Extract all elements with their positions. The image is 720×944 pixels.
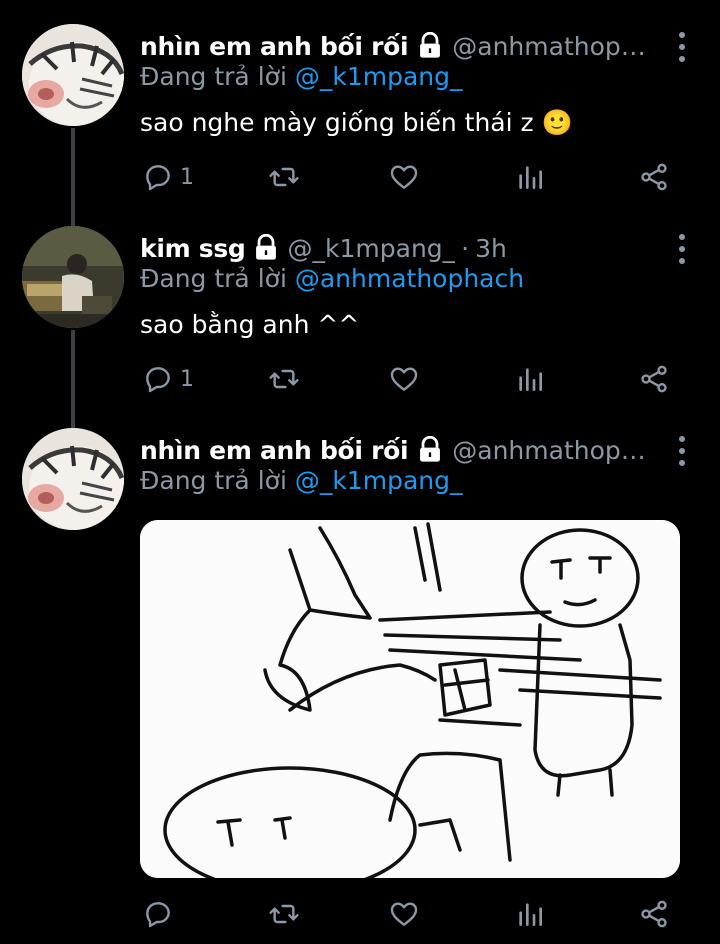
- share-button[interactable]: [638, 157, 670, 197]
- reply-count: 1: [180, 164, 194, 190]
- mention-link[interactable]: @_k1mpang_: [295, 466, 463, 495]
- anime-avatar-image: [22, 226, 124, 328]
- user-handle[interactable]: @anhmathopha...: [452, 32, 660, 61]
- user-handle[interactable]: @_k1mpang_: [288, 234, 456, 263]
- action-bar: 1: [140, 359, 700, 399]
- mention-link[interactable]: @_k1mpang_: [295, 62, 463, 91]
- tiger-avatar-image: [22, 24, 124, 126]
- tweet-header: kim ssg @_k1mpang_ · 3h: [140, 228, 660, 268]
- replying-to: Đang trả lời @_k1mpang_: [140, 62, 462, 91]
- heart-icon: [390, 367, 418, 391]
- action-bar: [140, 894, 700, 934]
- replying-to-label: Đang trả lời: [140, 264, 295, 293]
- reply-button[interactable]: 1: [142, 157, 194, 197]
- views-button[interactable]: [514, 157, 546, 197]
- display-name[interactable]: kim ssg: [140, 234, 246, 263]
- share-button[interactable]: [638, 894, 670, 934]
- tweet[interactable]: nhìn em anh bối rối @anhmathopha... Đang…: [0, 428, 720, 944]
- analytics-icon: [519, 166, 542, 189]
- tweet-header: nhìn em anh bối rối @anhmathopha...: [140, 26, 660, 66]
- display-name[interactable]: nhìn em anh bối rối: [140, 32, 409, 61]
- separator-dot: ·: [461, 233, 470, 263]
- views-button[interactable]: [514, 894, 546, 934]
- share-icon: [641, 900, 667, 928]
- replying-to: Đang trả lời @anhmathophach: [140, 264, 524, 293]
- reply-icon: [146, 367, 170, 393]
- like-button[interactable]: [388, 894, 420, 934]
- share-icon: [641, 163, 667, 191]
- tweet-text: sao bằng anh ^^: [140, 310, 360, 339]
- tiger-avatar-image: [22, 428, 124, 530]
- tweet[interactable]: kim ssg @_k1mpang_ · 3h Đang trả lời @an…: [0, 226, 720, 408]
- analytics-icon: [519, 903, 542, 926]
- share-icon: [641, 365, 667, 393]
- retweet-button[interactable]: [268, 359, 300, 399]
- more-vertical-icon[interactable]: [676, 32, 688, 62]
- more-vertical-icon[interactable]: [676, 234, 688, 264]
- replying-to: Đang trả lời @_k1mpang_: [140, 466, 462, 495]
- like-button[interactable]: [388, 359, 420, 399]
- retweet-icon: [269, 369, 299, 389]
- tweet[interactable]: nhìn em anh bối rối @anhmathopha... Đang…: [0, 24, 720, 206]
- retweet-button[interactable]: [268, 157, 300, 197]
- timestamp[interactable]: 3h: [475, 234, 507, 263]
- reply-count: 1: [180, 366, 194, 392]
- mention-link[interactable]: @anhmathophach: [295, 264, 524, 293]
- lock-icon: [420, 32, 441, 58]
- share-button[interactable]: [638, 359, 670, 399]
- retweet-button[interactable]: [268, 894, 300, 934]
- retweet-icon: [269, 904, 299, 924]
- avatar[interactable]: [22, 24, 124, 126]
- avatar[interactable]: [22, 226, 124, 328]
- tweet-header: nhìn em anh bối rối @anhmathopha...: [140, 430, 660, 470]
- avatar[interactable]: [22, 428, 124, 530]
- user-handle[interactable]: @anhmathopha...: [452, 436, 660, 465]
- sketch-drawing: [140, 520, 680, 878]
- replying-to-label: Đang trả lời: [140, 62, 295, 91]
- heart-icon: [390, 165, 418, 189]
- lock-icon: [255, 234, 276, 260]
- reply-button[interactable]: 1: [142, 359, 194, 399]
- lock-icon: [420, 436, 441, 462]
- display-name[interactable]: nhìn em anh bối rối: [140, 436, 409, 465]
- analytics-icon: [519, 368, 542, 391]
- like-button[interactable]: [388, 157, 420, 197]
- views-button[interactable]: [514, 359, 546, 399]
- reply-icon: [146, 902, 170, 928]
- reply-button[interactable]: [142, 894, 180, 934]
- more-vertical-icon[interactable]: [676, 436, 688, 466]
- heart-icon: [390, 902, 418, 926]
- replying-to-label: Đang trả lời: [140, 466, 295, 495]
- action-bar: 1: [140, 157, 700, 197]
- tweet-text: sao nghe mày giống biến thái z 🙂: [140, 108, 573, 137]
- tweet-media-image[interactable]: [140, 520, 680, 878]
- retweet-icon: [269, 167, 299, 187]
- reply-icon: [146, 165, 170, 191]
